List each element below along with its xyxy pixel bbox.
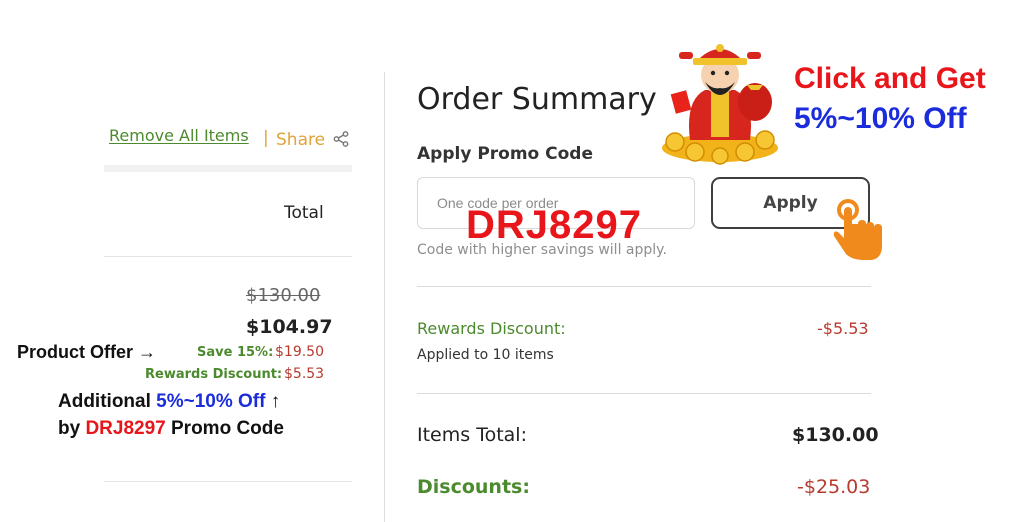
column-divider xyxy=(384,72,385,522)
discounts-label: Discounts: xyxy=(417,476,530,498)
items-total-value: $130.00 xyxy=(792,424,879,446)
share-icon[interactable] xyxy=(333,131,349,147)
promo-code-overlay: DRJ8297 xyxy=(466,203,643,247)
divider xyxy=(417,393,871,394)
callout-line-1: Click and Get xyxy=(794,62,986,95)
original-price: $130.00 xyxy=(246,285,321,306)
order-summary-title: Order Summary xyxy=(417,82,657,117)
callout-line-2: 5%~10% Off xyxy=(794,102,967,135)
rewards-discount-amount: $5.53 xyxy=(284,366,325,382)
share-link[interactable]: Share xyxy=(276,130,325,150)
fortune-god-mascot-icon xyxy=(662,44,778,165)
save-label: Save 15%: xyxy=(197,345,274,360)
remove-all-items-link[interactable]: Remove All Items xyxy=(109,126,249,145)
final-price: $104.97 xyxy=(246,316,333,338)
additional-offer-annotation: Additional 5%~10% Off ↑ xyxy=(58,391,280,413)
share-separator: | xyxy=(263,128,269,148)
rewards-discount-label: Rewards Discount: xyxy=(145,367,283,382)
summary-rewards-label: Rewards Discount: xyxy=(417,319,566,338)
divider xyxy=(104,481,352,482)
by-prefix: by xyxy=(58,418,86,439)
divider xyxy=(104,256,352,257)
discounts-value: -$25.03 xyxy=(797,476,871,498)
save-amount: $19.50 xyxy=(275,344,324,360)
product-offer-annotation: Product Offer → xyxy=(17,342,157,362)
summary-rewards-subtext: Applied to 10 items xyxy=(417,347,554,363)
promo-code-suffix: Promo Code xyxy=(165,418,284,439)
up-arrow: ↑ xyxy=(265,391,281,412)
divider xyxy=(417,286,871,287)
total-column-header: Total xyxy=(284,203,324,223)
items-total-label: Items Total: xyxy=(417,424,527,446)
promo-code-highlight: DRJ8297 xyxy=(85,418,166,439)
pointing-hand-icon xyxy=(833,199,882,260)
cart-header-band xyxy=(104,165,352,172)
promo-code-label: Apply Promo Code xyxy=(417,144,594,164)
additional-highlight: 5%~10% Off xyxy=(156,391,266,412)
promo-code-annotation: by DRJ8297 Promo Code xyxy=(58,418,284,440)
summary-rewards-value: -$5.53 xyxy=(817,319,869,338)
additional-prefix: Additional xyxy=(58,391,157,412)
